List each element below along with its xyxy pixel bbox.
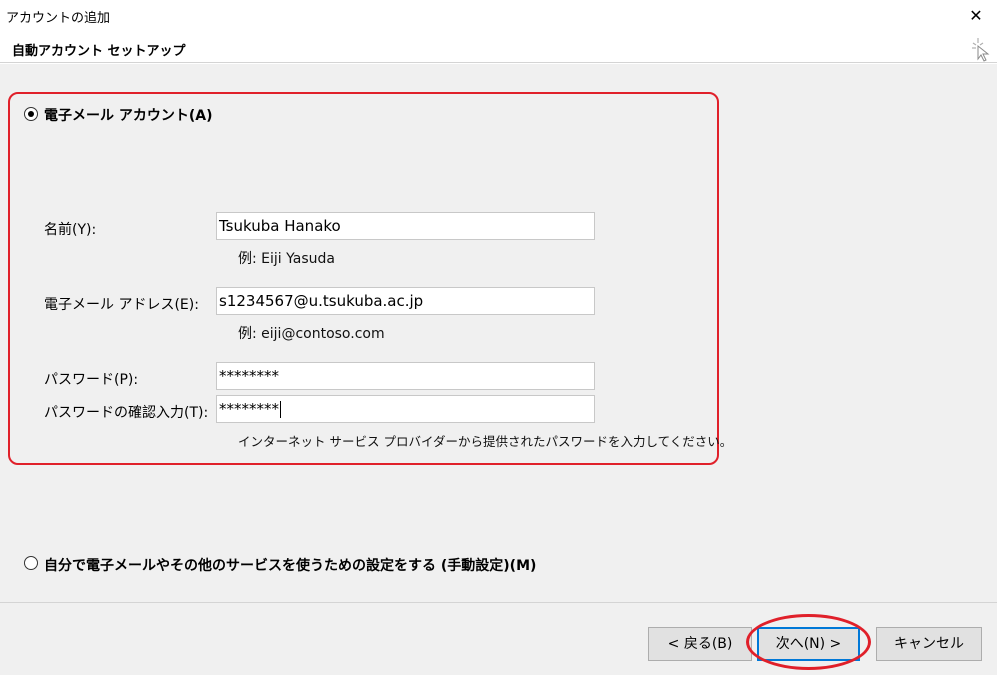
email-address-input[interactable]: s1234567@u.tsukuba.ac.jp	[216, 287, 595, 315]
title-bar: アカウントの追加 ✕	[0, 0, 997, 33]
close-icon[interactable]: ✕	[963, 4, 989, 28]
window-title: アカウントの追加	[6, 11, 111, 26]
name-label: 名前(Y):	[44, 222, 97, 238]
email-label: 電子メール アドレス(E):	[44, 297, 199, 313]
email-account-radio-label[interactable]: 電子メール アカウント(A)	[44, 105, 213, 125]
email-account-radio[interactable]	[24, 107, 38, 121]
password-confirm-label: パスワードの確認入力(T):	[44, 405, 209, 421]
email-example-hint: 例: eiji@contoso.com	[238, 326, 385, 342]
cancel-button[interactable]: キャンセル	[876, 627, 982, 661]
manual-setup-radio-label[interactable]: 自分で電子メールやその他のサービスを使うための設定をする (手動設定)(M)	[44, 555, 536, 575]
wizard-sparkle-icon	[972, 38, 990, 62]
password-confirm-value: ********	[219, 400, 279, 418]
text-caret	[280, 401, 281, 418]
back-button[interactable]: < 戻る(B)	[648, 627, 752, 661]
name-example-hint: 例: Eiji Yasuda	[238, 251, 335, 267]
password-confirm-input[interactable]: ********	[216, 395, 595, 423]
password-label: パスワード(P):	[44, 372, 139, 388]
password-input[interactable]: ********	[216, 362, 595, 390]
page-title: 自動アカウント セットアップ	[12, 44, 186, 59]
password-hint: インターネット サービス プロバイダーから提供されたパスワードを入力してください…	[238, 434, 733, 449]
next-button[interactable]: 次へ(N) >	[757, 627, 860, 661]
manual-setup-radio[interactable]	[24, 556, 38, 570]
name-input[interactable]: Tsukuba Hanako	[216, 212, 595, 240]
wizard-header: 自動アカウント セットアップ	[0, 33, 997, 63]
